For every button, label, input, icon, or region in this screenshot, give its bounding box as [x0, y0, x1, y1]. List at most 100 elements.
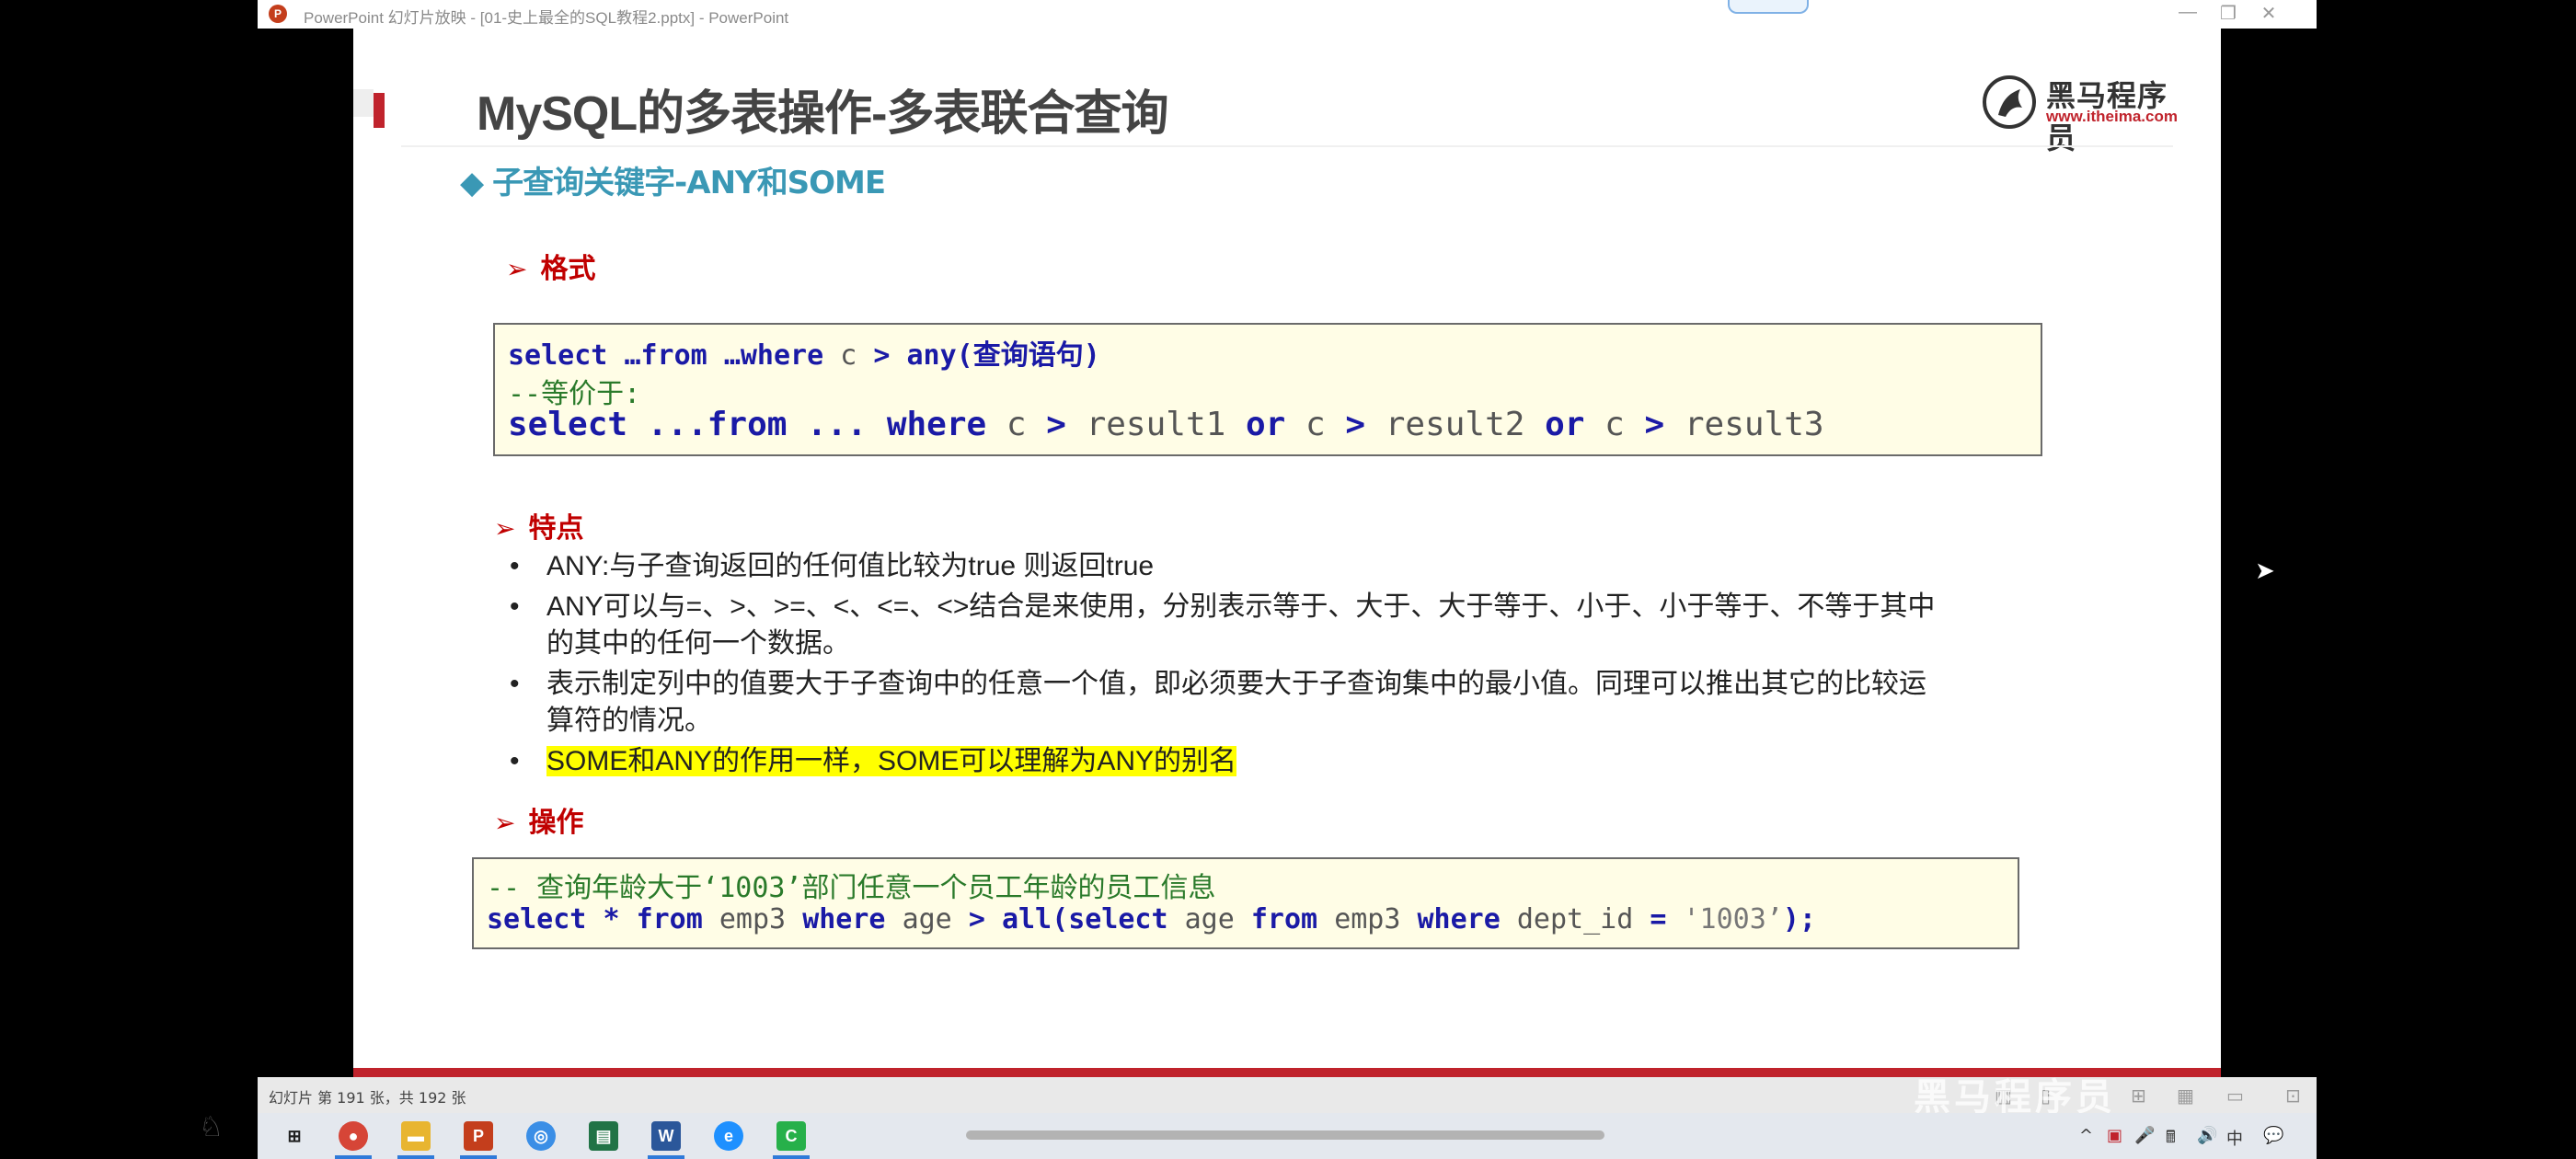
operation-code-box: -- 查询年龄大于‘1003’部门任意一个员工年龄的员工信息 select * … — [472, 857, 2019, 949]
code-token: any(查询语句) — [906, 339, 1100, 372]
horse-logo-icon — [1983, 75, 2036, 129]
arrow-bullet-icon: ➢ — [494, 513, 516, 544]
code-token: dept_id — [1516, 903, 1650, 935]
slide-sorter-icon[interactable]: ⊞ — [2131, 1084, 2146, 1107]
code-token: c — [1604, 406, 1645, 443]
code-token: = — [1650, 903, 1684, 935]
code-token: c — [840, 339, 874, 372]
code-token: all( — [1001, 903, 1069, 935]
slide-subtitle: ◆ 子查询关键字-ANY和SOME — [460, 157, 886, 202]
slide-title: MySQL的多表操作-多表联合查询 — [477, 87, 1168, 141]
itheima-logo: 黑马程序员 www.itheima.com — [1982, 71, 2178, 155]
code-token: emp3 — [1334, 903, 1418, 935]
drag-handle[interactable] — [1728, 0, 1809, 14]
code-token: select — [508, 339, 625, 372]
section-format: ➢ 格式 — [506, 246, 595, 286]
code-token: '1003’ — [1683, 903, 1783, 935]
active-indicator — [648, 1155, 684, 1159]
list-item: • ANY:与子查询返回的任何值比较为true 则返回true — [500, 548, 1936, 585]
code-token: ); — [1782, 903, 1816, 935]
code-token: age — [902, 903, 969, 935]
edge-icon[interactable]: e — [714, 1121, 743, 1151]
volume-icon[interactable]: 🔊 — [2197, 1126, 2217, 1145]
code-token: > — [873, 339, 907, 372]
ghost-icon: ♘ — [199, 1111, 224, 1143]
slide-counter: 幻灯片 第 191 张，共 192 张 — [269, 1089, 466, 1107]
minimize-button[interactable]: — — [2168, 2, 2208, 26]
chrome-icon[interactable]: ● — [339, 1121, 368, 1151]
list-item: • SOME和ANY的作用一样，SOME可以理解为ANY的别名 — [500, 743, 1936, 780]
present-icon[interactable]: ⊡ — [2285, 1084, 2301, 1107]
code-token: from — [1250, 903, 1335, 935]
grid-view-icon[interactable]: ▦ — [2177, 1084, 2194, 1107]
browser-icon[interactable]: ◎ — [526, 1121, 556, 1151]
code-token: result2 — [1385, 406, 1546, 443]
slide-canvas[interactable]: MySQL的多表操作-多表联合查询 黑马程序员 www.itheima.com … — [353, 29, 2221, 1077]
taskbar-scrollbar[interactable] — [966, 1130, 1604, 1140]
slide-decor-red — [374, 93, 385, 128]
code-token: …where — [723, 339, 841, 372]
code-line: select …from …where c > any(查询语句) — [508, 332, 1100, 373]
powerpoint-taskbar-icon[interactable]: P — [464, 1121, 493, 1151]
powerpoint-icon[interactable]: P — [269, 5, 287, 23]
section-format-label: 格式 — [540, 253, 596, 285]
subtitle-text: 子查询关键字-ANY和SOME — [492, 165, 886, 201]
active-indicator — [460, 1155, 497, 1159]
code-token: c — [1305, 406, 1346, 443]
file-explorer-icon[interactable]: ▬ — [401, 1121, 431, 1151]
arrow-bullet-icon: ➢ — [506, 254, 528, 284]
battery-icon[interactable]: 🖩 — [2166, 1126, 2176, 1153]
excel-chart-icon[interactable]: ▤ — [589, 1121, 618, 1151]
green-app-icon[interactable]: C — [776, 1121, 806, 1151]
feature-text-highlighted: SOME和ANY的作用一样，SOME可以理解为ANY的别名 — [546, 746, 1237, 776]
code-token: where — [802, 903, 903, 935]
code-token: * — [603, 903, 637, 935]
active-indicator — [397, 1155, 434, 1159]
code-token: …from — [624, 339, 724, 372]
restore-button[interactable]: ❐ — [2208, 2, 2248, 26]
section-features: ➢ 特点 — [494, 505, 583, 545]
close-button[interactable]: ✕ — [2248, 2, 2289, 26]
code-token: select — [487, 903, 604, 935]
code-token: > — [1644, 406, 1685, 443]
bullet-dot: • — [510, 746, 520, 776]
input-method-icon[interactable]: 中 — [2226, 1126, 2243, 1150]
code-line: -- 查询年龄大于‘1003’部门任意一个员工年龄的员工信息 — [487, 865, 1216, 905]
active-indicator — [335, 1155, 372, 1159]
window-title: PowerPoint 幻灯片放映 - [01-史上最全的SQL教程2.pptx]… — [304, 9, 789, 27]
taskbar: ⊞ ● ▬ P ◎ ▤ W e C ^ ▣ 🎤 🖩 🔊 中 💬 — [258, 1113, 2317, 1159]
code-token: > — [968, 903, 1002, 935]
tray-chevron-icon[interactable]: ^ — [2079, 1126, 2093, 1145]
format-code-box: select …from …where c > any(查询语句) --等价于:… — [493, 323, 2042, 456]
code-token: age — [1184, 903, 1251, 935]
code-token: emp3 — [719, 903, 803, 935]
code-token: result1 — [1086, 406, 1246, 443]
title-bar: P PowerPoint 幻灯片放映 - [01-史上最全的SQL教程2.ppt… — [258, 0, 2317, 29]
powerpoint-window: P PowerPoint 幻灯片放映 - [01-史上最全的SQL教程2.ppt… — [258, 0, 2317, 1119]
feature-text: 表示制定列中的值要大于子查询中的任意一个值，即必须要大于子查询集中的最小值。同理… — [546, 669, 1926, 736]
notification-icon[interactable]: 💬 — [2263, 1126, 2283, 1145]
arrow-bullet-icon: ➢ — [494, 808, 516, 838]
microphone-icon[interactable]: 🎤 — [2134, 1126, 2155, 1145]
code-line: select ...from ... where c > result1 or … — [508, 406, 1824, 443]
feature-text: ANY可以与=、>、>=、<、<=、<>结合是来使用，分别表示等于、大于、大于等… — [546, 591, 1936, 659]
code-token: select — [1068, 903, 1185, 935]
tray-app-icon[interactable]: ▣ — [2107, 1126, 2122, 1145]
code-token: where — [886, 406, 1006, 443]
mouse-cursor-icon: ➤ — [2255, 557, 2275, 585]
bullet-dot: • — [510, 669, 520, 699]
section-operation-label: 操作 — [528, 807, 584, 839]
title-divider — [401, 145, 2173, 147]
code-token: ...from — [647, 406, 808, 443]
code-token: result3 — [1684, 406, 1824, 443]
active-indicator — [773, 1155, 810, 1159]
code-token: select — [508, 406, 648, 443]
code-token: > — [1345, 406, 1386, 443]
diamond-icon: ◆ — [460, 165, 484, 201]
slideshow-icon[interactable]: ▭ — [2226, 1084, 2244, 1107]
code-token: or — [1245, 406, 1305, 443]
list-item: • 表示制定列中的值要大于子查询中的任意一个值，即必须要大于子查询集中的最小值。… — [500, 666, 1936, 740]
windows-start-icon[interactable]: ⊞ — [280, 1121, 309, 1151]
code-token: where — [1417, 903, 1517, 935]
word-icon[interactable]: W — [651, 1121, 681, 1151]
